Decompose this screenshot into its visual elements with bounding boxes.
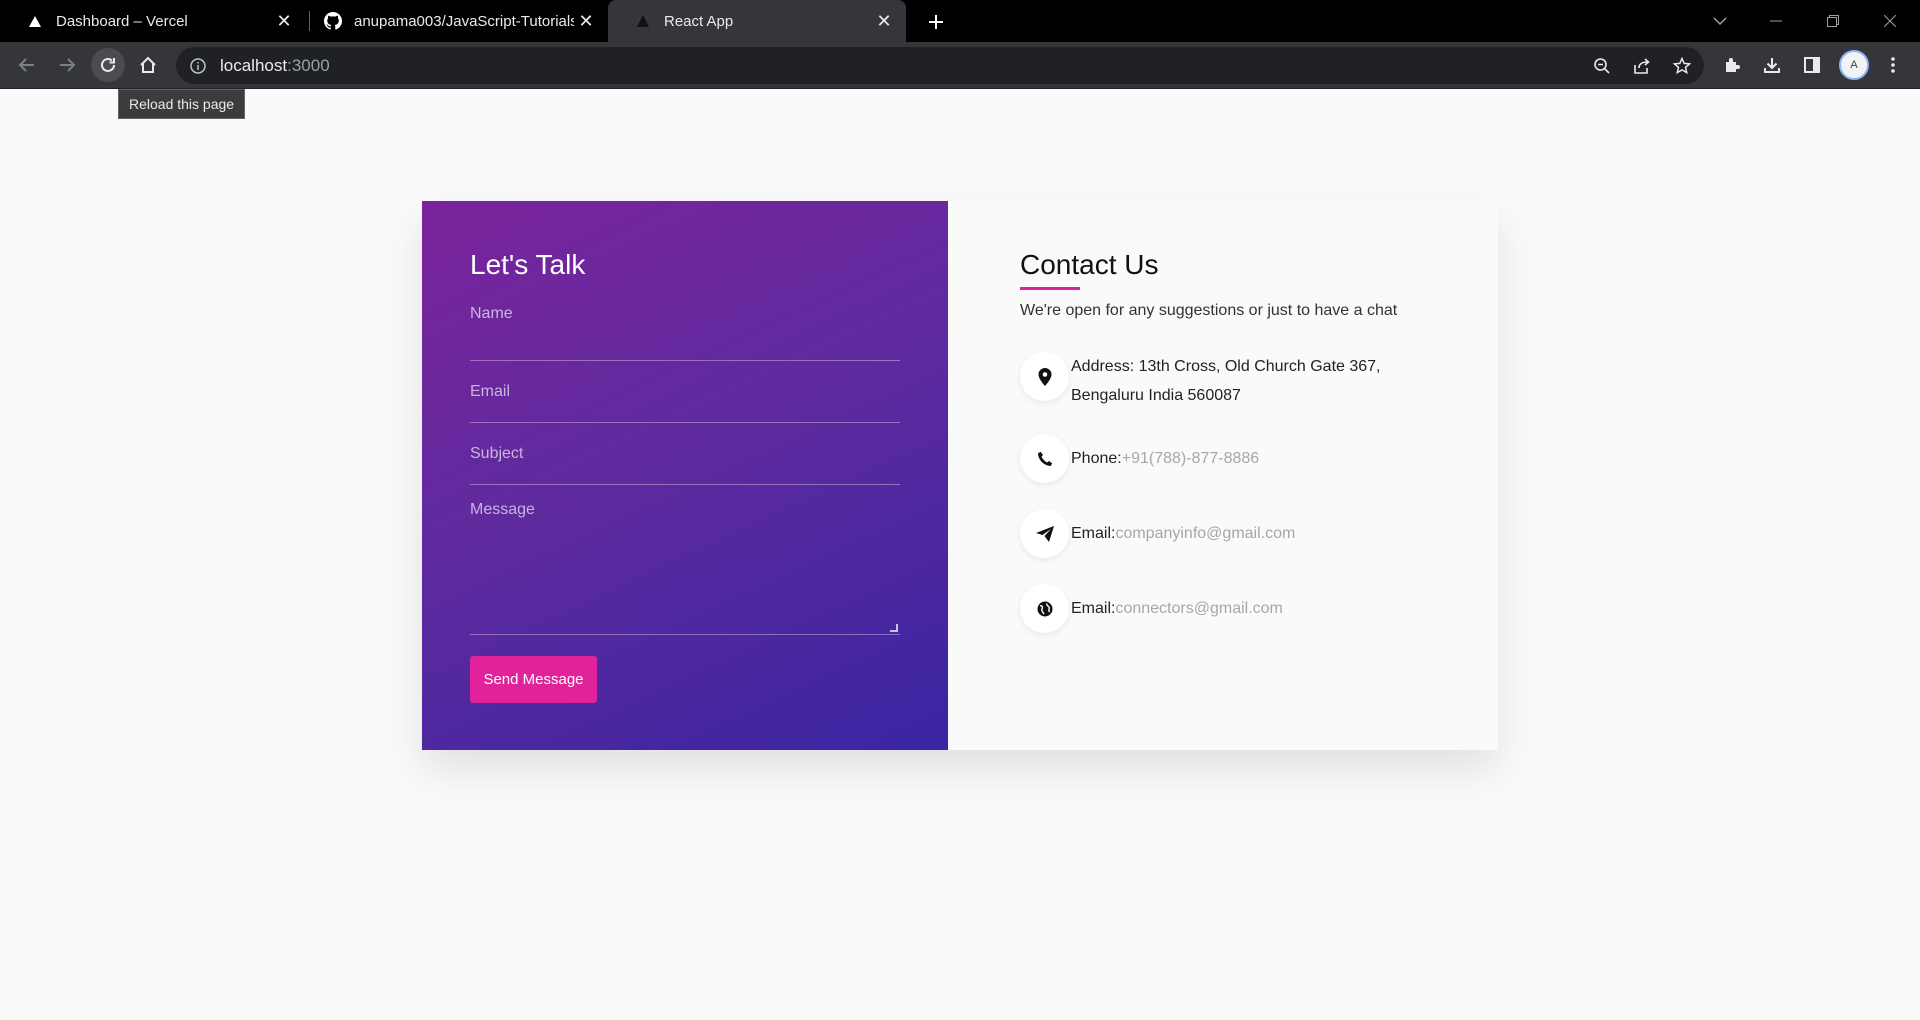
address-row: Address: 13th Cross, Old Church Gate 367… [1020, 352, 1381, 410]
contact-form-panel: Let's Talk Name Email Subject Message Se… [422, 201, 948, 750]
reload-tooltip: Reload this page [118, 89, 246, 119]
name-placeholder: Name [470, 305, 513, 322]
menu-kebab-icon[interactable] [1876, 48, 1910, 82]
phone-label: Phone: [1071, 450, 1122, 467]
email1-text: Email:companyinfo@gmail.com [1071, 509, 1295, 558]
minimize-button[interactable] [1748, 0, 1804, 42]
download-icon[interactable] [1755, 48, 1789, 82]
phone-text: Phone:+91(788)-877-8886 [1071, 434, 1259, 483]
address-label: Address: [1071, 358, 1135, 375]
send-message-button[interactable]: Send Message [470, 656, 597, 703]
address-line2: Bengaluru India 560087 [1071, 387, 1241, 404]
profile-avatar[interactable]: A [1839, 50, 1869, 80]
form-title: Let's Talk [470, 249, 586, 280]
email-field[interactable]: Email [470, 361, 900, 423]
address-text: Address: 13th Cross, Old Church Gate 367… [1071, 352, 1381, 410]
email1-label: Email: [1071, 525, 1116, 542]
bookmark-star-icon[interactable] [1671, 55, 1693, 77]
email-placeholder: Email [470, 383, 511, 400]
extensions-icon[interactable] [1715, 48, 1749, 82]
address-bar[interactable]: localhost:3000 [176, 47, 1704, 84]
contact-title: Contact Us [1020, 249, 1159, 280]
info-icon[interactable] [188, 56, 208, 76]
back-button[interactable] [10, 48, 44, 82]
zoom-icon[interactable] [1591, 55, 1613, 77]
github-icon [324, 12, 342, 30]
email2-text: Email:connectors@gmail.com [1071, 584, 1283, 633]
close-window-button[interactable] [1862, 0, 1918, 42]
tab-title: anupama003/JavaScript-Tutorials [354, 12, 574, 30]
tab-strip: Dashboard – Vercel ✕ anupama003/JavaScri… [0, 0, 1920, 42]
forward-button[interactable] [50, 48, 84, 82]
tab-title: Dashboard – Vercel [56, 12, 188, 30]
email-row-1: Email:companyinfo@gmail.com [1020, 509, 1295, 558]
tab-react-app[interactable]: React App ✕ [608, 0, 906, 42]
home-button[interactable] [131, 48, 165, 82]
url-host: localhost [220, 55, 288, 75]
subject-placeholder: Subject [470, 445, 524, 462]
phone-row: Phone:+91(788)-877-8886 [1020, 434, 1259, 483]
close-icon[interactable]: ✕ [872, 9, 896, 33]
map-pin-icon [1020, 352, 1069, 401]
phone-value[interactable]: +91(788)-877-8886 [1122, 450, 1259, 467]
contact-subtitle: We're open for any suggestions or just t… [1020, 302, 1398, 319]
globe-icon [1020, 584, 1069, 633]
tab-vercel[interactable]: Dashboard – Vercel ✕ [0, 0, 306, 42]
reload-button[interactable] [91, 48, 125, 82]
email-row-2: Email:connectors@gmail.com [1020, 584, 1283, 633]
share-icon[interactable] [1631, 55, 1653, 77]
contact-card: Let's Talk Name Email Subject Message Se… [422, 201, 1498, 750]
email2-value[interactable]: connectors@gmail.com [1115, 600, 1282, 617]
resize-handle-icon[interactable] [890, 624, 898, 632]
name-field[interactable]: Name [470, 305, 900, 361]
email1-value[interactable]: companyinfo@gmail.com [1115, 525, 1295, 542]
react-app-icon [634, 12, 652, 30]
message-field[interactable]: Message [470, 485, 900, 635]
message-placeholder: Message [470, 501, 535, 518]
subject-field[interactable]: Subject [470, 423, 900, 485]
browser-toolbar: localhost:3000 A [0, 42, 1920, 89]
address-line1: 13th Cross, Old Church Gate 367, [1138, 358, 1381, 375]
url-text: localhost:3000 [220, 56, 330, 76]
close-icon[interactable]: ✕ [272, 9, 296, 33]
close-icon[interactable]: ✕ [574, 9, 598, 33]
tab-search-button[interactable] [1692, 0, 1748, 42]
title-underline [1020, 287, 1080, 290]
tab-title: React App [664, 12, 734, 30]
side-panel-icon[interactable] [1795, 48, 1829, 82]
phone-icon [1020, 434, 1069, 483]
tab-github[interactable]: anupama003/JavaScript-Tutorials ✕ [298, 0, 608, 42]
paper-plane-icon [1020, 509, 1069, 558]
url-port: :3000 [287, 55, 330, 75]
email2-label: Email: [1071, 600, 1116, 617]
restore-button[interactable] [1805, 0, 1861, 42]
vercel-triangle-icon [26, 12, 44, 30]
new-tab-button[interactable] [922, 8, 950, 36]
